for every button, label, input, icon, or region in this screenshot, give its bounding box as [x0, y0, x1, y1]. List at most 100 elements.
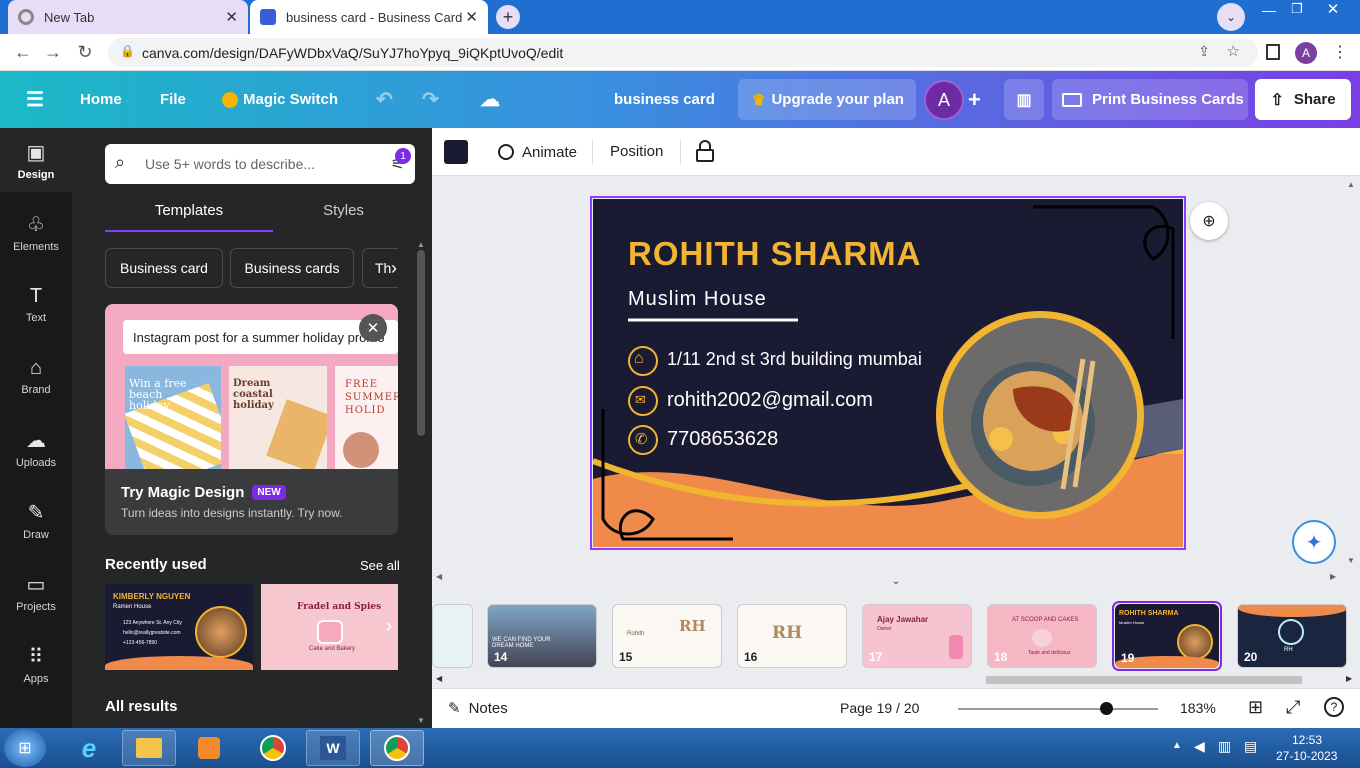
- tab-search-icon[interactable]: ⌄: [1217, 3, 1245, 31]
- zoom-slider[interactable]: [958, 702, 1158, 715]
- business-card-canvas[interactable]: ⌂ ✉ ✆ ROHITH SHARMA Muslim House 1/11 2n…: [593, 199, 1183, 547]
- user-avatar[interactable]: A: [924, 80, 964, 120]
- scroll-down-icon[interactable]: ▼: [416, 716, 426, 725]
- see-all-link[interactable]: See all: [360, 558, 400, 573]
- taskbar-word[interactable]: W: [306, 730, 360, 766]
- page-indicator[interactable]: Page 19 / 20: [840, 700, 919, 716]
- zoom-knob[interactable]: [1100, 702, 1113, 715]
- network-warning-icon[interactable]: ▥: [1218, 738, 1231, 755]
- chip-business-cards[interactable]: Business cards: [230, 248, 354, 288]
- url-field[interactable]: 🔒 canva.com/design/DAFyWDbxVaQ/SuYJ7hoYp…: [108, 38, 1258, 67]
- taskbar-ie[interactable]: e: [62, 730, 116, 766]
- undo-icon[interactable]: ↶: [376, 71, 393, 128]
- taskbar-chrome[interactable]: [246, 730, 300, 766]
- canvas-scroll-down-icon[interactable]: ▼: [1347, 556, 1355, 565]
- magic-design-promo[interactable]: Instagram post for a summer holiday prom…: [105, 304, 398, 535]
- menu-icon[interactable]: ☰: [26, 71, 44, 128]
- card-phone[interactable]: 7708653628: [667, 428, 778, 451]
- forward-icon[interactable]: →: [38, 34, 68, 71]
- template-search-input[interactable]: ⌕ Use 5+ words to describe... ⚟ 1: [105, 144, 415, 184]
- help-icon[interactable]: ?: [1324, 697, 1344, 717]
- rail-item-apps[interactable]: ⠿ Apps: [0, 632, 72, 696]
- tab-new-tab[interactable]: New Tab ✕: [8, 0, 248, 34]
- new-tab-button[interactable]: +: [496, 5, 520, 29]
- profile-avatar[interactable]: A: [1295, 42, 1317, 64]
- hscroll-left-icon[interactable]: ◀: [436, 674, 442, 683]
- taskbar-media[interactable]: [182, 730, 236, 766]
- page-thumb-13[interactable]: [432, 604, 473, 668]
- tray-expand-icon[interactable]: ▲: [1172, 740, 1182, 751]
- tab-templates[interactable]: Templates: [105, 202, 273, 219]
- lock-icon[interactable]: [696, 140, 714, 162]
- clock-date[interactable]: 27-10-2023: [1276, 749, 1337, 763]
- color-swatch[interactable]: [444, 140, 468, 164]
- card-company[interactable]: Muslim House: [628, 288, 767, 311]
- rail-item-elements[interactable]: ♧ Elements: [0, 200, 72, 264]
- volume-icon[interactable]: ◀: [1194, 738, 1205, 755]
- grid-view-icon[interactable]: ⊞: [1248, 697, 1263, 718]
- minimize-button[interactable]: —: [1258, 2, 1280, 18]
- zoom-percent[interactable]: 183%: [1180, 700, 1216, 716]
- recent-next-icon[interactable]: ›: [378, 608, 400, 644]
- hscroll-right-icon[interactable]: ▶: [1346, 674, 1352, 683]
- chips-next-icon[interactable]: ›: [380, 252, 408, 284]
- cloud-save-icon[interactable]: ☁: [480, 71, 500, 128]
- page-thumb-15[interactable]: RH Rohith 15: [612, 604, 722, 668]
- close-window-button[interactable]: ✕: [1322, 0, 1344, 18]
- close-tab-icon[interactable]: ✕: [465, 8, 478, 26]
- start-button[interactable]: ⊞: [4, 729, 46, 767]
- share-button[interactable]: ⇧ Share: [1255, 79, 1351, 120]
- share-page-icon[interactable]: ⇪: [1198, 43, 1210, 60]
- card-name[interactable]: ROHITH SHARMA: [628, 235, 921, 273]
- hscroll-thumb[interactable]: [986, 676, 1302, 684]
- analytics-button[interactable]: ▥: [1004, 79, 1044, 120]
- add-comment-button[interactable]: ⊕: [1190, 202, 1228, 240]
- tab-business-card[interactable]: business card - Business Card ✕: [250, 0, 488, 34]
- taskbar-chrome-profile[interactable]: [370, 730, 424, 766]
- canvas-hscroll-left-icon[interactable]: ◀: [436, 572, 442, 581]
- page-thumb-14[interactable]: WE CAN FIND YOUR DREAM HOME 14: [487, 604, 597, 668]
- card-email[interactable]: rohith2002@gmail.com: [667, 389, 873, 412]
- animate-button[interactable]: Animate: [498, 140, 577, 164]
- rail-item-uploads[interactable]: ☁ Uploads: [0, 416, 72, 480]
- scroll-up-icon[interactable]: ▲: [416, 240, 426, 249]
- scroll-thumb[interactable]: [417, 250, 425, 436]
- close-tab-icon[interactable]: ✕: [225, 8, 238, 26]
- page-thumb-17[interactable]: Ajay Jawahar Owner 17: [862, 604, 972, 668]
- action-center-icon[interactable]: ▤: [1244, 738, 1257, 755]
- browser-menu-icon[interactable]: ⋮: [1332, 42, 1348, 62]
- tab-styles[interactable]: Styles: [272, 202, 415, 219]
- canvas-scroll-up-icon[interactable]: ▲: [1347, 180, 1355, 189]
- promo-close-icon[interactable]: ✕: [359, 314, 387, 342]
- page-thumb-19[interactable]: ROHITH SHARMA Muslim House 19: [1115, 604, 1219, 668]
- print-business-cards-button[interactable]: Print Business Cards: [1052, 79, 1248, 120]
- canvas-hscroll-right-icon[interactable]: ▶: [1330, 572, 1336, 581]
- redo-icon[interactable]: ↷: [422, 71, 439, 128]
- back-icon[interactable]: ←: [8, 34, 38, 71]
- page-thumb-16[interactable]: RH 16: [737, 604, 847, 668]
- home-button[interactable]: Home: [80, 71, 122, 128]
- position-button[interactable]: Position: [610, 143, 663, 160]
- rail-item-text[interactable]: T Text: [0, 272, 72, 336]
- page-thumb-18[interactable]: AT SCOOP AND CAKES Taste and delicious 1…: [987, 604, 1097, 668]
- sidepanel-icon[interactable]: [1266, 44, 1280, 60]
- notes-button[interactable]: ✎ Notes: [448, 699, 508, 718]
- rail-item-projects[interactable]: ▭ Projects: [0, 560, 72, 624]
- file-button[interactable]: File: [160, 71, 186, 128]
- restore-button[interactable]: ❐: [1286, 1, 1308, 17]
- invite-plus-icon[interactable]: +: [968, 71, 981, 128]
- fullscreen-icon[interactable]: ⤢: [1286, 697, 1300, 718]
- pages-hscrollbar[interactable]: ◀ ▶: [436, 674, 1356, 686]
- reload-icon[interactable]: ↻: [70, 34, 100, 71]
- rail-item-design[interactable]: ▣ Design: [0, 128, 72, 192]
- recent-template-1[interactable]: KIMBERLY NGUYEN Ramen House 123 Anywhere…: [105, 584, 253, 670]
- bookmark-star-icon[interactable]: ☆: [1227, 42, 1240, 60]
- rail-item-brand[interactable]: ⌂ Brand: [0, 344, 72, 408]
- upgrade-plan-button[interactable]: ♛ Upgrade your plan: [738, 79, 916, 120]
- taskbar-explorer[interactable]: [122, 730, 176, 766]
- document-title[interactable]: business card: [614, 71, 715, 128]
- chip-business-card[interactable]: Business card: [105, 248, 223, 288]
- page-thumb-20[interactable]: RH 20: [1237, 604, 1347, 668]
- card-address[interactable]: 1/11 2nd st 3rd building mumbai: [667, 349, 922, 370]
- panel-scrollbar[interactable]: ▲ ▼: [416, 240, 426, 728]
